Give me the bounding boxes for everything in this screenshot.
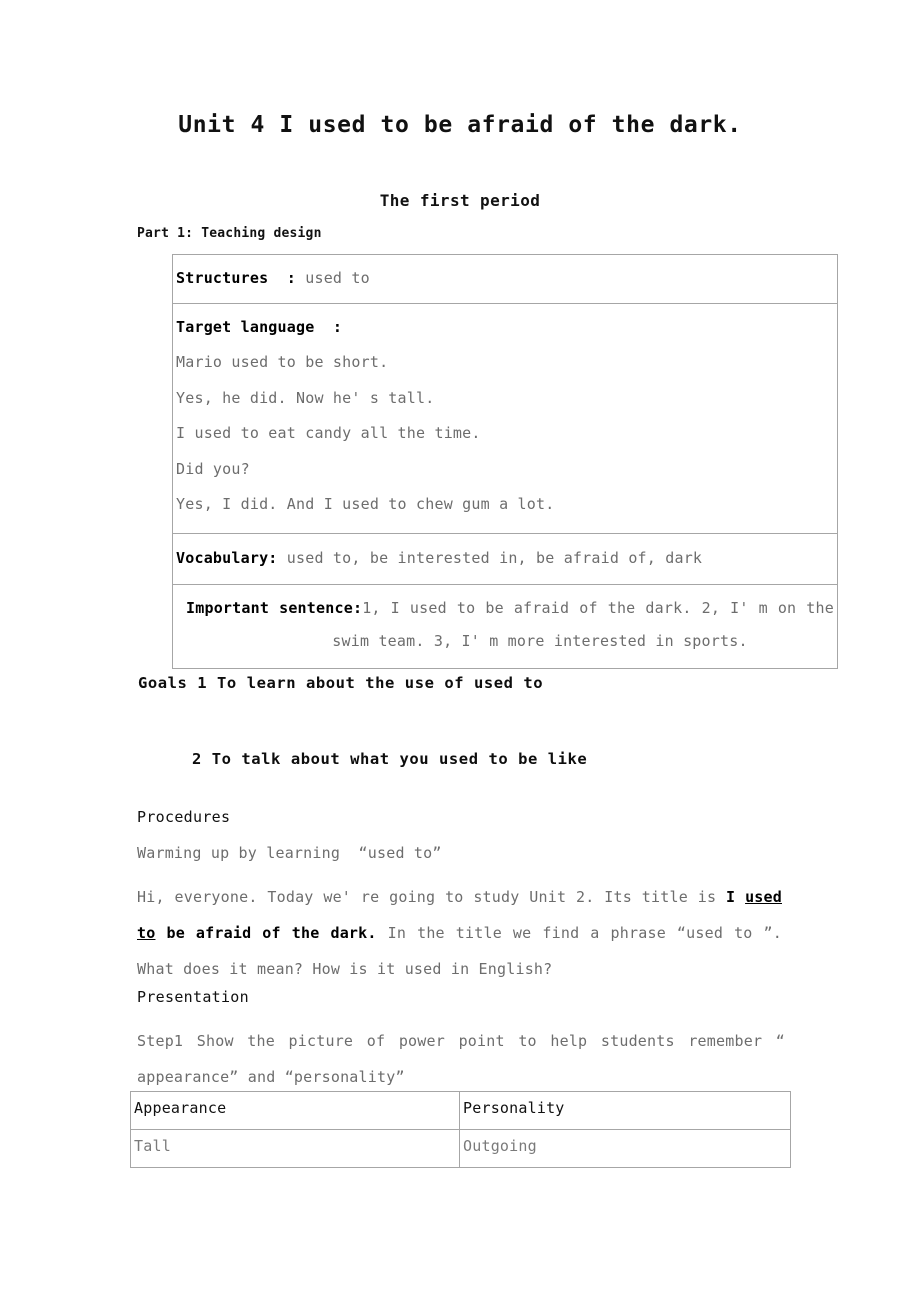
intro-underline-used: used: [745, 888, 782, 906]
column-header-appearance: Appearance: [134, 1099, 227, 1117]
target-language-line: I used to eat candy all the time.: [176, 424, 481, 442]
target-language-line: Yes, I did. And I used to chew gum a lot…: [176, 495, 555, 513]
table-row: Tall Outgoing: [130, 1129, 791, 1168]
appearance-personality-table: Appearance Personality Tall Outgoing: [130, 1091, 791, 1168]
intro-text-a: Hi, everyone. Today we' re going to stud…: [137, 888, 727, 906]
table-row-structures: Structures : used to: [172, 254, 838, 304]
table-row-target-language: Target language : Mario used to be short…: [172, 303, 838, 534]
important-sentence-line2: swim team. 3, I' m more interested in sp…: [332, 631, 748, 650]
procedures-heading: Procedures: [137, 808, 231, 826]
target-language-label: Target language :: [176, 318, 343, 336]
warming-up-line: Warming up by learning “used to”: [137, 844, 442, 862]
goals-line-2: 2 To talk about what you used to be like: [192, 750, 588, 768]
teaching-design-table: Structures : used to Target language : M…: [172, 254, 838, 669]
page-title: Unit 4 I used to be afraid of the dark.: [178, 112, 742, 138]
table-row-important-sentence: Important sentence:1, I used to be afrai…: [172, 583, 838, 669]
step1-line-2: appearance” and “personality”: [137, 1068, 405, 1086]
intro-bold-rest: be afraid of the dark.: [155, 924, 377, 942]
important-sentence-line1: 1, I used to be afraid of the dark. 2, I…: [362, 598, 834, 617]
vocabulary-value: used to, be interested in, be afraid of,…: [277, 548, 703, 567]
page-subtitle: The first period: [379, 191, 541, 210]
target-language-line: Did you?: [176, 459, 250, 478]
intro-underline-to: to: [137, 924, 156, 942]
cell-appearance-value: Tall: [134, 1137, 171, 1155]
target-language-line: Mario used to be short.: [176, 353, 389, 371]
part-label: Part 1: Teaching design: [137, 226, 322, 241]
table-header-row: Appearance Personality: [130, 1091, 791, 1130]
goals-line-1: Goals 1 To learn about the use of used t…: [138, 674, 544, 692]
document-page: Unit 4 I used to be afraid of the dark. …: [0, 0, 920, 1302]
intro-text-b: In the title we find a phrase “used to ”…: [376, 924, 782, 942]
structures-value: used to: [296, 269, 370, 287]
table-row-vocabulary: Vocabulary: used to, be interested in, b…: [172, 532, 838, 585]
target-language-line: Yes, he did. Now he' s tall.: [176, 388, 435, 407]
structures-label: Structures :: [176, 269, 296, 287]
intro-paragraph: Hi, everyone. Today we' re going to stud…: [137, 879, 782, 987]
step1-line-1: Step1 Show the picture of power point to…: [137, 1032, 785, 1050]
important-sentence-label: Important sentence:: [186, 598, 363, 617]
presentation-heading: Presentation: [137, 988, 249, 1006]
vocabulary-label: Vocabulary:: [176, 548, 278, 567]
intro-text-c: What does it mean? How is it used in Eng…: [137, 960, 553, 978]
intro-bold-i: I: [726, 888, 746, 906]
step1-paragraph: Step1 Show the picture of power point to…: [137, 1023, 785, 1095]
cell-personality-value: Outgoing: [463, 1137, 537, 1155]
column-header-personality: Personality: [463, 1099, 565, 1117]
